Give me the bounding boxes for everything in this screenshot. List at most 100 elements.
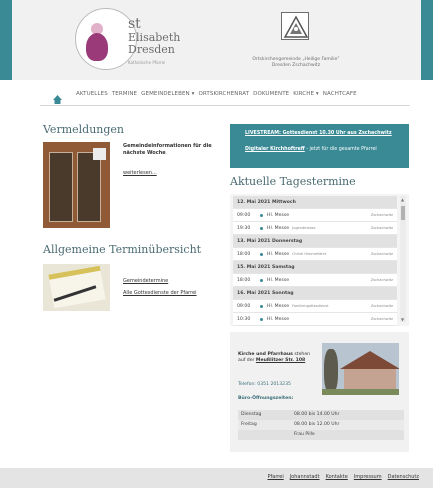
home-icon[interactable]	[52, 90, 63, 104]
office-hours-table: Dienstag 08.00 bis 14.00 Uhr Freitag 08.…	[238, 410, 404, 440]
office-hours-day: Freitag	[241, 422, 257, 427]
termin-title: Hl. Messe	[267, 278, 290, 283]
termin-subtitle: Familiengottesdienst	[292, 304, 329, 308]
bullet-icon	[260, 214, 263, 217]
termin-event-row[interactable]: 18:00 Hl. Messe Christi Himmelfahrt Zschach…	[233, 248, 397, 261]
termin-date: 16. Mai 2021 Sonntag	[237, 291, 294, 296]
gemeindetermine-link[interactable]: Gemeindetermine	[123, 278, 168, 284]
contact-text: Kirche und Pfarrhaus stehen auf der Meuß…	[238, 352, 318, 364]
tagestermine-scrollbar[interactable]: ▲ ▼	[400, 196, 406, 322]
ground-shape	[322, 389, 399, 395]
nav-item-nachtcafe[interactable]: NACHTCAFE	[323, 91, 357, 97]
vermeldungen-image[interactable]	[43, 142, 110, 228]
contact-address-link[interactable]: Meußlitzer Str. 108	[256, 358, 305, 363]
bullet-icon	[260, 227, 263, 230]
office-hours-time: 08.00 bis 12.00 Uhr	[294, 422, 340, 427]
bullet-icon	[260, 318, 263, 321]
door-right-shape	[77, 152, 101, 222]
kirchhoftreff-link[interactable]: Digitaler Kirchhoftreff	[245, 147, 305, 152]
termin-event-row[interactable]: 09:00 Hl. Messe Zschachwitz	[233, 209, 397, 222]
termin-date: 12. Mai 2021 Mittwoch	[237, 200, 296, 205]
header-accent-right	[421, 0, 433, 80]
nav-divider	[40, 105, 410, 106]
brand-subtitle: Katholische Pfarrei	[128, 60, 166, 65]
termin-location: Zschachwitz	[370, 252, 393, 256]
office-hours-day: Dienstag	[241, 412, 262, 417]
nav-item-ortskirchenrat[interactable]: ORTSKIRCHENRAT	[198, 91, 249, 97]
door-left-shape	[49, 152, 73, 222]
terminuebersicht-heading: Allgemeine Terminübersicht	[43, 243, 202, 256]
site-footer: Pfarrei Johannstadt Kontakte Impressum D…	[0, 468, 433, 488]
tagestermine-list[interactable]: 12. Mai 2021 Mittwoch 09:00 Hl. Messe Zscha…	[230, 194, 409, 326]
livestream-line: LIVESTREAM: Gottesdienst 10.30 Uhr aus Z…	[245, 131, 394, 136]
office-hours-day	[238, 430, 294, 440]
contact-box: Kirche und Pfarrhaus stehen auf der Meuß…	[230, 332, 409, 452]
footer-link-datenschutz[interactable]: Datenschutz	[388, 474, 419, 480]
footer-link-johannstadt[interactable]: Johannstadt	[290, 474, 320, 480]
brand-name-dresden: Dresden	[128, 43, 175, 56]
termin-date: 13. Mai 2021 Donnerstag	[237, 239, 303, 244]
termin-time: 18:00	[237, 278, 251, 283]
tree-shape	[324, 349, 338, 393]
terminuebersicht-image	[43, 264, 110, 311]
brand-line-2: Elisabeth Dresden	[128, 32, 180, 56]
office-hours-row: Frau Pille	[238, 430, 404, 440]
termin-event-row[interactable]: 09:00 Hl. Messe Familiengottesdienst Zschac…	[233, 300, 397, 313]
nav-item-dokumente[interactable]: DOKUMENTE	[253, 91, 289, 97]
nav-item-gemeindeleben[interactable]: GEMEINDELEBEN ▾	[141, 91, 194, 97]
termin-time: 18:00	[237, 252, 251, 257]
termin-title-group: Hl. Messe	[267, 274, 292, 287]
termin-date-row: 16. Mai 2021 Sonntag	[233, 287, 397, 300]
main-navigation: AKTUELLES TERMINE GEMEINDELEBEN ▾ ORTSKI…	[0, 84, 433, 106]
kirchhoftreff-line: Digitaler Kirchhoftreff - jetzt für die …	[245, 147, 394, 152]
termin-date-row: 13. Mai 2021 Donnerstag	[233, 235, 397, 248]
livestream-box: LIVESTREAM: Gottesdienst 10.30 Uhr aus Z…	[230, 124, 409, 168]
office-hours-time: 08.00 bis 14.00 Uhr	[294, 412, 340, 417]
termin-time: 09:00	[237, 213, 251, 218]
scroll-down-icon[interactable]: ▼	[401, 317, 404, 322]
office-hours-row: Freitag 08.00 bis 12.00 Uhr	[238, 420, 404, 430]
termin-event-row[interactable]: 10:30 Hl. Messe Zschachwitz	[233, 313, 397, 326]
vermeldungen-title: Gemeindeinformationen für die nächste Wo…	[123, 143, 212, 156]
office-hours-heading: Büro-Öffnungszeiten:	[238, 396, 294, 401]
termin-title: Hl. Messe	[267, 304, 290, 309]
scroll-up-icon[interactable]: ▲	[401, 197, 404, 202]
termin-location: Zschachwitz	[370, 213, 393, 217]
alle-gottesdienste-link[interactable]: Alle Gottesdienste der Pfarrei	[123, 290, 197, 296]
parish-emblem-icon[interactable]	[281, 12, 309, 40]
footer-link-kontakte[interactable]: Kontakte	[326, 474, 348, 480]
vermeldungen-read-more-link[interactable]: weiterlesen...	[123, 170, 157, 176]
calendar-paper-shape	[48, 265, 106, 309]
termin-location: Zschachwitz	[370, 226, 393, 230]
footer-link-impressum[interactable]: Impressum	[354, 474, 382, 480]
header-inner	[12, 0, 421, 80]
header-accent-left	[0, 0, 12, 80]
footer-link-pfarrei[interactable]: Pfarrei	[267, 474, 283, 480]
contact-phone: Telefon: 0351 2013235	[238, 382, 291, 387]
vermeldungen-heading: Vermeldungen	[43, 123, 125, 136]
kirchhoftreff-suffix: - jetzt für die gesamte Pfarrei	[304, 147, 377, 152]
scroll-thumb[interactable]	[401, 206, 405, 220]
nav-item-aktuelles[interactable]: AKTUELLES	[76, 91, 108, 97]
tagestermine-heading: Aktuelle Tagestermine	[230, 175, 356, 188]
nav-item-kirche[interactable]: KIRCHE ▾	[293, 91, 319, 97]
termin-location: Zschachwitz	[370, 304, 393, 308]
door-sign-shape	[93, 148, 106, 160]
termin-event-row[interactable]: 19:30 Hl. Messe Jugendmesse Zschachwitz	[233, 222, 397, 235]
bullet-icon	[260, 305, 263, 308]
nav-item-termine[interactable]: TERMINE	[112, 91, 137, 97]
office-hours-row: Dienstag 08.00 bis 14.00 Uhr	[238, 410, 404, 420]
termin-subtitle: Jugendmesse	[292, 226, 316, 230]
office-hours-time: Frau Pille	[294, 432, 315, 437]
nav-items: AKTUELLES TERMINE GEMEINDELEBEN ▾ ORTSKI…	[76, 91, 357, 97]
termin-title-group: Hl. Messe	[267, 209, 292, 222]
termin-location: Zschachwitz	[370, 278, 393, 282]
bullet-icon	[260, 253, 263, 256]
livestream-link[interactable]: LIVESTREAM: Gottesdienst 10.30 Uhr aus Z…	[245, 131, 392, 136]
termin-event-row[interactable]: 18:00 Hl. Messe Zschachwitz	[233, 274, 397, 287]
termin-date-row: 15. Mai 2021 Samstag	[233, 261, 397, 274]
contact-label-bold: Kirche und Pfarrhaus	[238, 352, 293, 357]
termin-title-group: Hl. Messe	[267, 313, 292, 326]
termin-title: Hl. Messe	[267, 226, 290, 231]
termin-title: Hl. Messe	[267, 252, 290, 257]
